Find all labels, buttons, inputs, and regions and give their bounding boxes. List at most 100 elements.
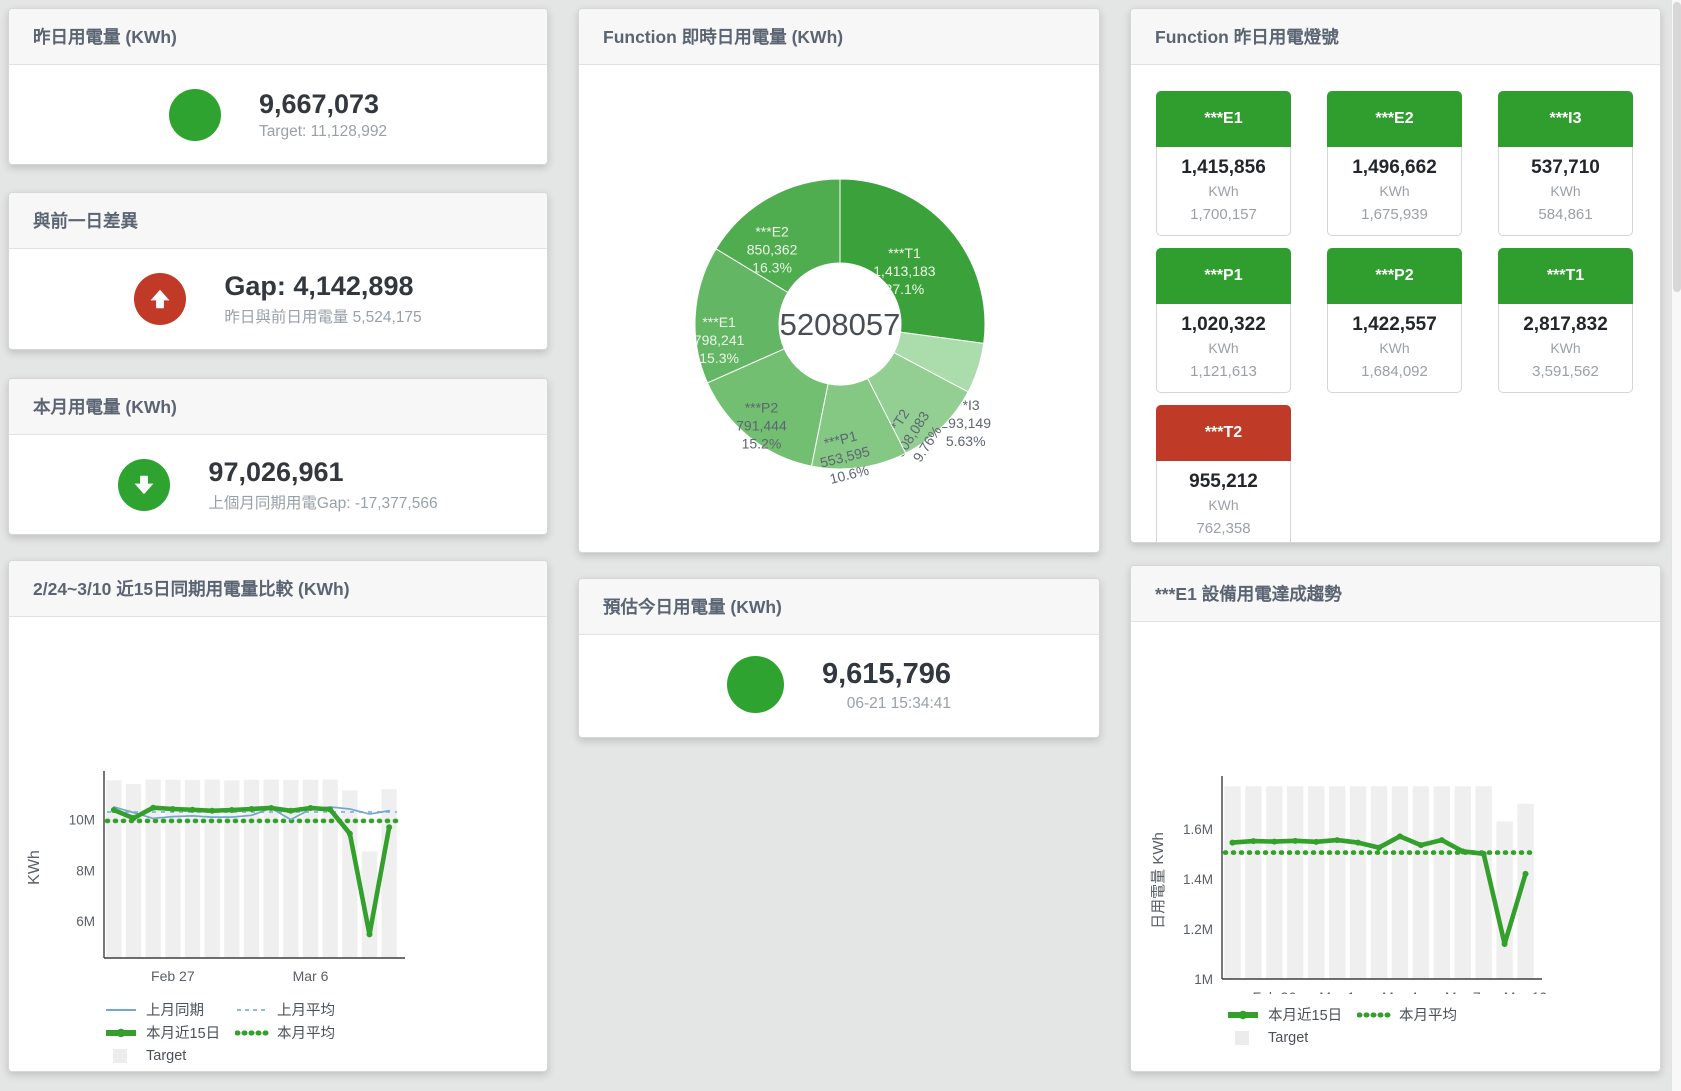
kpi-text: Gap: 4,142,898 昨日與前日用電量 5,524,175 [224,270,421,328]
target-bar [1350,786,1366,979]
series-marker [327,806,333,812]
legend-label: Target [1268,1030,1308,1046]
column-left: 昨日用電量 (KWh) 9,667,073 Target: 11,128,992… [8,8,548,1072]
y-tick-label: 1.2M [1183,922,1213,937]
panel-realtime-donut: Function 即時日用電量 (KWh) ***T11,413,18327.1… [578,8,1100,553]
legend-item[interactable]: 本月近15日 [104,1022,235,1043]
legend-label: 本月平均 [277,1022,335,1043]
today-estimate-body: 9,615,796 06-21 15:34:41 [579,635,1099,734]
scrollbar-thumb[interactable] [1673,2,1681,292]
circle-green-icon [169,89,221,141]
gap-subtitle: 昨日與前日用電量 5,524,175 [224,305,421,327]
panel-compare-trend: 2/24~3/10 近15日同期用電量比較 (KWh) 6M8M10MFeb 2… [8,560,548,1072]
legend-item[interactable]: 上月同期 [104,999,235,1020]
target-bar [1287,786,1303,979]
column-middle: Function 即時日用電量 (KWh) ***T11,413,18327.1… [578,8,1100,738]
series-marker [1502,941,1508,947]
compare-chart-legend: 上月同期上月平均本月近15日 本月平均 Target [104,998,547,1067]
target-bar [381,789,396,958]
x-tick-label: Mar 6 [293,968,329,984]
series-marker [1523,871,1529,877]
series-marker [1439,837,1445,843]
light-tile-body: 1,422,557KWh1,684,092 [1328,304,1461,392]
target-bar [185,780,200,958]
legend-swatch [235,1025,269,1041]
compare-trend-title: 2/24~3/10 近15日同期用電量比較 (KWh) [9,561,547,617]
series-marker [1271,839,1277,845]
target-bar [1224,786,1240,979]
card-yesterday-usage: 昨日用電量 (KWh) 9,667,073 Target: 11,128,992 [8,8,548,165]
series-marker [308,805,314,811]
series-marker [209,808,215,814]
light-tile-value: 1,020,322 [1159,312,1288,337]
series-marker [347,831,353,837]
light-tile-name: ***I3 [1498,91,1633,147]
yesterday-usage-target: Target: 11,128,992 [259,123,387,141]
target-bar [224,780,239,958]
light-tile-unit: KWh [1330,180,1459,203]
target-bar [1371,786,1387,979]
series-marker [1397,833,1403,839]
target-bar [1245,786,1261,979]
today-estimate-timestamp: 06-21 15:34:41 [822,695,951,713]
light-tile-name: ***P1 [1156,248,1291,304]
light-tile: ***E11,415,856KWh1,700,157 [1156,91,1291,236]
legend-label: 本月近15日 [146,1022,220,1043]
legend-swatch [1357,1007,1391,1023]
light-tile: ***I3537,710KWh584,861 [1498,91,1633,236]
series-marker [170,806,176,812]
compare-usage-line-chart: 6M8M10MFeb 27Mar 6KWh [9,617,547,989]
legend-swatch [104,1002,138,1018]
legend-item[interactable]: Target [104,1048,186,1064]
legend-swatch [1226,1030,1260,1046]
light-tile-unit: KWh [1501,180,1630,203]
legend-row: 本月近15日 本月平均 [104,1021,547,1044]
card-yesterday-title: 昨日用電量 (KWh) [9,9,547,65]
target-bar [283,780,298,958]
series-marker [1460,848,1466,854]
series-marker [288,808,294,814]
series-marker [131,815,137,821]
e1-trend-line-chart: 1M1.2M1.4M1.6MFeb 26Mar 1Mar 4Mar 7Mar 1… [1131,622,1660,994]
light-tile: ***E21,496,662KWh1,675,939 [1327,91,1462,236]
light-tile-unit: KWh [1330,337,1459,360]
light-tile-target: 762,358 [1159,517,1288,540]
card-month-body: 97,026,961 上個月同期用電Gap: -17,377,566 [9,435,547,534]
legend-item[interactable]: 上月平均 [235,999,335,1020]
light-tile-target: 1,700,157 [1159,203,1288,226]
light-tile-body: 2,817,832KWh3,591,562 [1499,304,1632,392]
circle-green-icon [727,656,784,713]
light-tile-value: 1,415,856 [1159,155,1288,180]
legend-item[interactable]: 本月平均 [235,1022,335,1043]
y-axis-title: KWh [26,850,43,885]
kpi-text: 9,615,796 06-21 15:34:41 [822,656,951,712]
target-bar [1434,786,1450,979]
light-tile-body: 1,415,856KWh1,700,157 [1157,147,1290,235]
legend-item[interactable]: 本月近15日 [1226,1004,1357,1025]
card-gap-title: 與前一日差異 [9,193,547,249]
panel-e1-trend: ***E1 設備用電達成趨勢 1M1.2M1.4M1.6MFeb 26Mar 1… [1130,565,1661,1072]
light-tile-unit: KWh [1501,337,1630,360]
e1-trend-body: 1M1.2M1.4M1.6MFeb 26Mar 1Mar 4Mar 7Mar 1… [1131,622,1660,1049]
dashboard-page: 昨日用電量 (KWh) 9,667,073 Target: 11,128,992… [0,0,1681,1072]
series-marker [268,805,274,811]
y-tick-label: 1.6M [1183,822,1213,837]
target-bar [342,790,357,958]
series-marker [1334,837,1340,843]
card-gap-body: Gap: 4,142,898 昨日與前日用電量 5,524,175 [9,249,547,348]
series-marker [229,807,235,813]
light-tile-body: 1,020,322KWh1,121,613 [1157,304,1290,392]
series-marker [386,824,392,830]
vertical-scrollbar[interactable] [1671,0,1681,1091]
series-marker [1250,838,1256,844]
legend-item[interactable]: 本月平均 [1357,1004,1457,1025]
target-bar [1266,786,1282,979]
target-bar [1455,786,1471,979]
legend-row: 本月近15日本月平均 [1226,1003,1660,1026]
panel-yesterday-lights: Function 昨日用電燈號 ***E11,415,856KWh1,700,1… [1130,8,1661,543]
series-marker [1229,840,1235,846]
legend-item[interactable]: Target [1226,1030,1308,1046]
y-tick-label: 8M [76,863,95,878]
light-tiles-grid: ***E11,415,856KWh1,700,157 ***E21,496,662… [1131,65,1660,543]
legend-swatch [104,1048,138,1064]
